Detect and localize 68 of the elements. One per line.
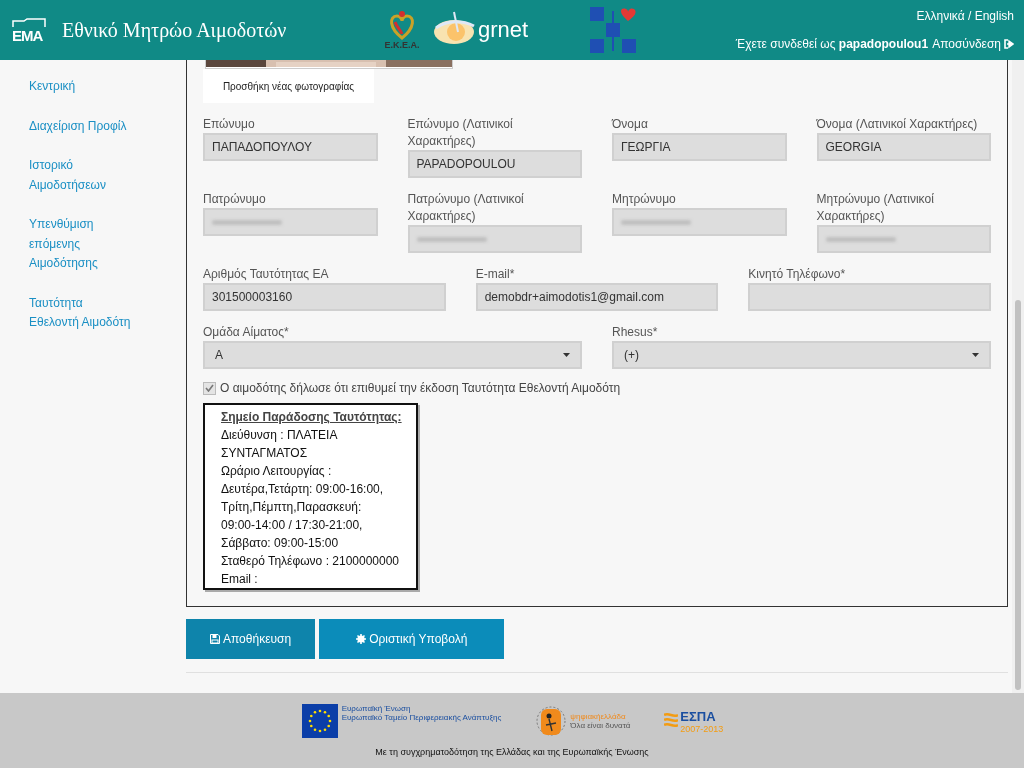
input-field[interactable]: 301500003160	[203, 283, 446, 311]
caret-icon	[972, 353, 979, 357]
field-label: Κινητό Τηλέφωνο*	[748, 266, 847, 283]
info-text: Σταθερό Τηλέφωνο : 2100000000	[221, 553, 401, 570]
logo: Ευρωπαϊκή Ένωση Ευρωπαϊκό Ταμείο Περιφερειακής Ανάπτυξης	[300, 703, 503, 739]
input-field[interactable]: PAPADOPOULOU	[407, 150, 582, 178]
health-logo	[590, 7, 638, 53]
house-icon	[12, 17, 46, 28]
info-text: Σάββατο: 09:00-15:00	[221, 535, 340, 552]
language-link[interactable]: Ελληνικά / English	[916, 9, 1014, 23]
field-label: Όνομα	[612, 116, 649, 133]
cog-icon	[356, 634, 367, 644]
logo: grnet	[432, 10, 582, 50]
sidebar-link[interactable]: Διαχείριση Προφίλ	[29, 116, 134, 136]
photo-caption: Προσθήκη νέας φωτογραφίας	[203, 69, 374, 103]
input-field[interactable]: demobdr+aimodotis1@gmail.com	[475, 283, 719, 311]
logo: ΕΣΠΑ 2007-2013	[664, 708, 724, 734]
sidebar-link[interactable]: Ταυτότητα Εθελοντή Αιμοδότη	[29, 293, 134, 333]
sidebar-link[interactable]: Υπενθύμιση επόμενης Αιμοδότησης	[29, 215, 134, 274]
input-field[interactable]	[748, 283, 991, 311]
input-field[interactable]	[203, 208, 378, 236]
input-field[interactable]	[816, 225, 991, 253]
logo: Ε.Κ.Ε.Α.	[380, 10, 424, 50]
check-icon	[205, 384, 214, 392]
site-title: Εθνικό Μητρώο Αιμοδοτών	[62, 18, 287, 42]
field-label: Μητρώνυμο (Λατινικοί Χαρακτήρες)	[816, 191, 935, 225]
info-text: 09:00-14:00 / 17:30-21:00,	[221, 517, 364, 534]
field-label: Rhesus*	[612, 324, 659, 341]
info-text: Email :	[221, 571, 259, 588]
field-label: Ομάδα Αίματος*	[203, 324, 290, 341]
heart-icon	[387, 10, 417, 40]
info-text: Ωράριο Λειτουργίας :	[221, 463, 333, 480]
info-text: Τρίτη,Πέμπτη,Παρασκευή:	[221, 499, 363, 516]
footer-text: Με τη συγχρηματοδότηση της Ελλάδας και της Ευρωπαϊκής Ένωσης	[375, 747, 649, 757]
login-status: Έχετε συνδεθεί ως papadopoulou1	[735, 37, 929, 51]
select-field[interactable]: (+)	[612, 341, 991, 369]
logout-icon	[1004, 39, 1014, 49]
field-label: Πατρώνυμο	[203, 191, 267, 208]
field-label: Επώνυμο	[203, 116, 256, 133]
info-title: Σημείο Παράδοσης Ταυτότητας:	[221, 409, 402, 426]
field-label: Μητρώνυμο	[612, 191, 677, 208]
submit-button[interactable]: Οριστική Υποβολή	[319, 619, 505, 659]
sidebar-link[interactable]: Κεντρική	[29, 77, 134, 97]
figure-icon	[536, 705, 567, 737]
eu-flag-icon	[301, 704, 338, 738]
input-field[interactable]: ΠΑΠΑΔΟΠΟΥΛΟΥ	[203, 133, 378, 161]
logo: EMA	[12, 17, 48, 43]
logo: ψηφιακήελλάδα Όλα είναι δυνατά	[536, 705, 631, 737]
scrollbar[interactable]	[1012, 60, 1024, 693]
save-button[interactable]: Αποθήκευση	[186, 619, 316, 659]
caret-icon	[563, 353, 570, 357]
input-field[interactable]: GEORGIA	[816, 133, 991, 161]
input-field[interactable]	[407, 225, 582, 253]
field-label: Αριθμός Ταυτότητας ΕΑ	[203, 266, 330, 283]
checkbox-label: Ο αιμοδότης δήλωσε ότι επιθυμεί την έκδοση Ταυτότητα Εθελοντή Αιμοδότη	[220, 381, 621, 395]
field-label: Επώνυμο (Λατινικοί Χαρακτήρες)	[407, 116, 514, 150]
field-label: E-mail*	[475, 266, 516, 283]
field-label: Όνομα (Λατινικοί Χαρακτήρες)	[816, 116, 979, 133]
input-field[interactable]: ΓΕΩΡΓΙΑ	[612, 133, 787, 161]
input-field[interactable]	[612, 208, 787, 236]
select-field[interactable]: A	[203, 341, 582, 369]
sidebar-link[interactable]: Ιστορικό Αιμοδοτήσεων	[29, 156, 134, 195]
logout-link[interactable]: Αποσύνδεση	[932, 37, 1014, 51]
info-text: Διεύθυνση : ΠΛΑΤΕΙΑ ΣΥΝΤΑΓΜΑΤΟΣ	[221, 427, 339, 462]
waves-icon	[664, 712, 679, 730]
floppy-icon	[210, 634, 220, 644]
field-label: Πατρώνυμο (Λατινικοί Χαρακτήρες)	[407, 191, 525, 225]
info-text: Δευτέρα,Τετάρτη: 09:00-16:00,	[221, 481, 385, 498]
